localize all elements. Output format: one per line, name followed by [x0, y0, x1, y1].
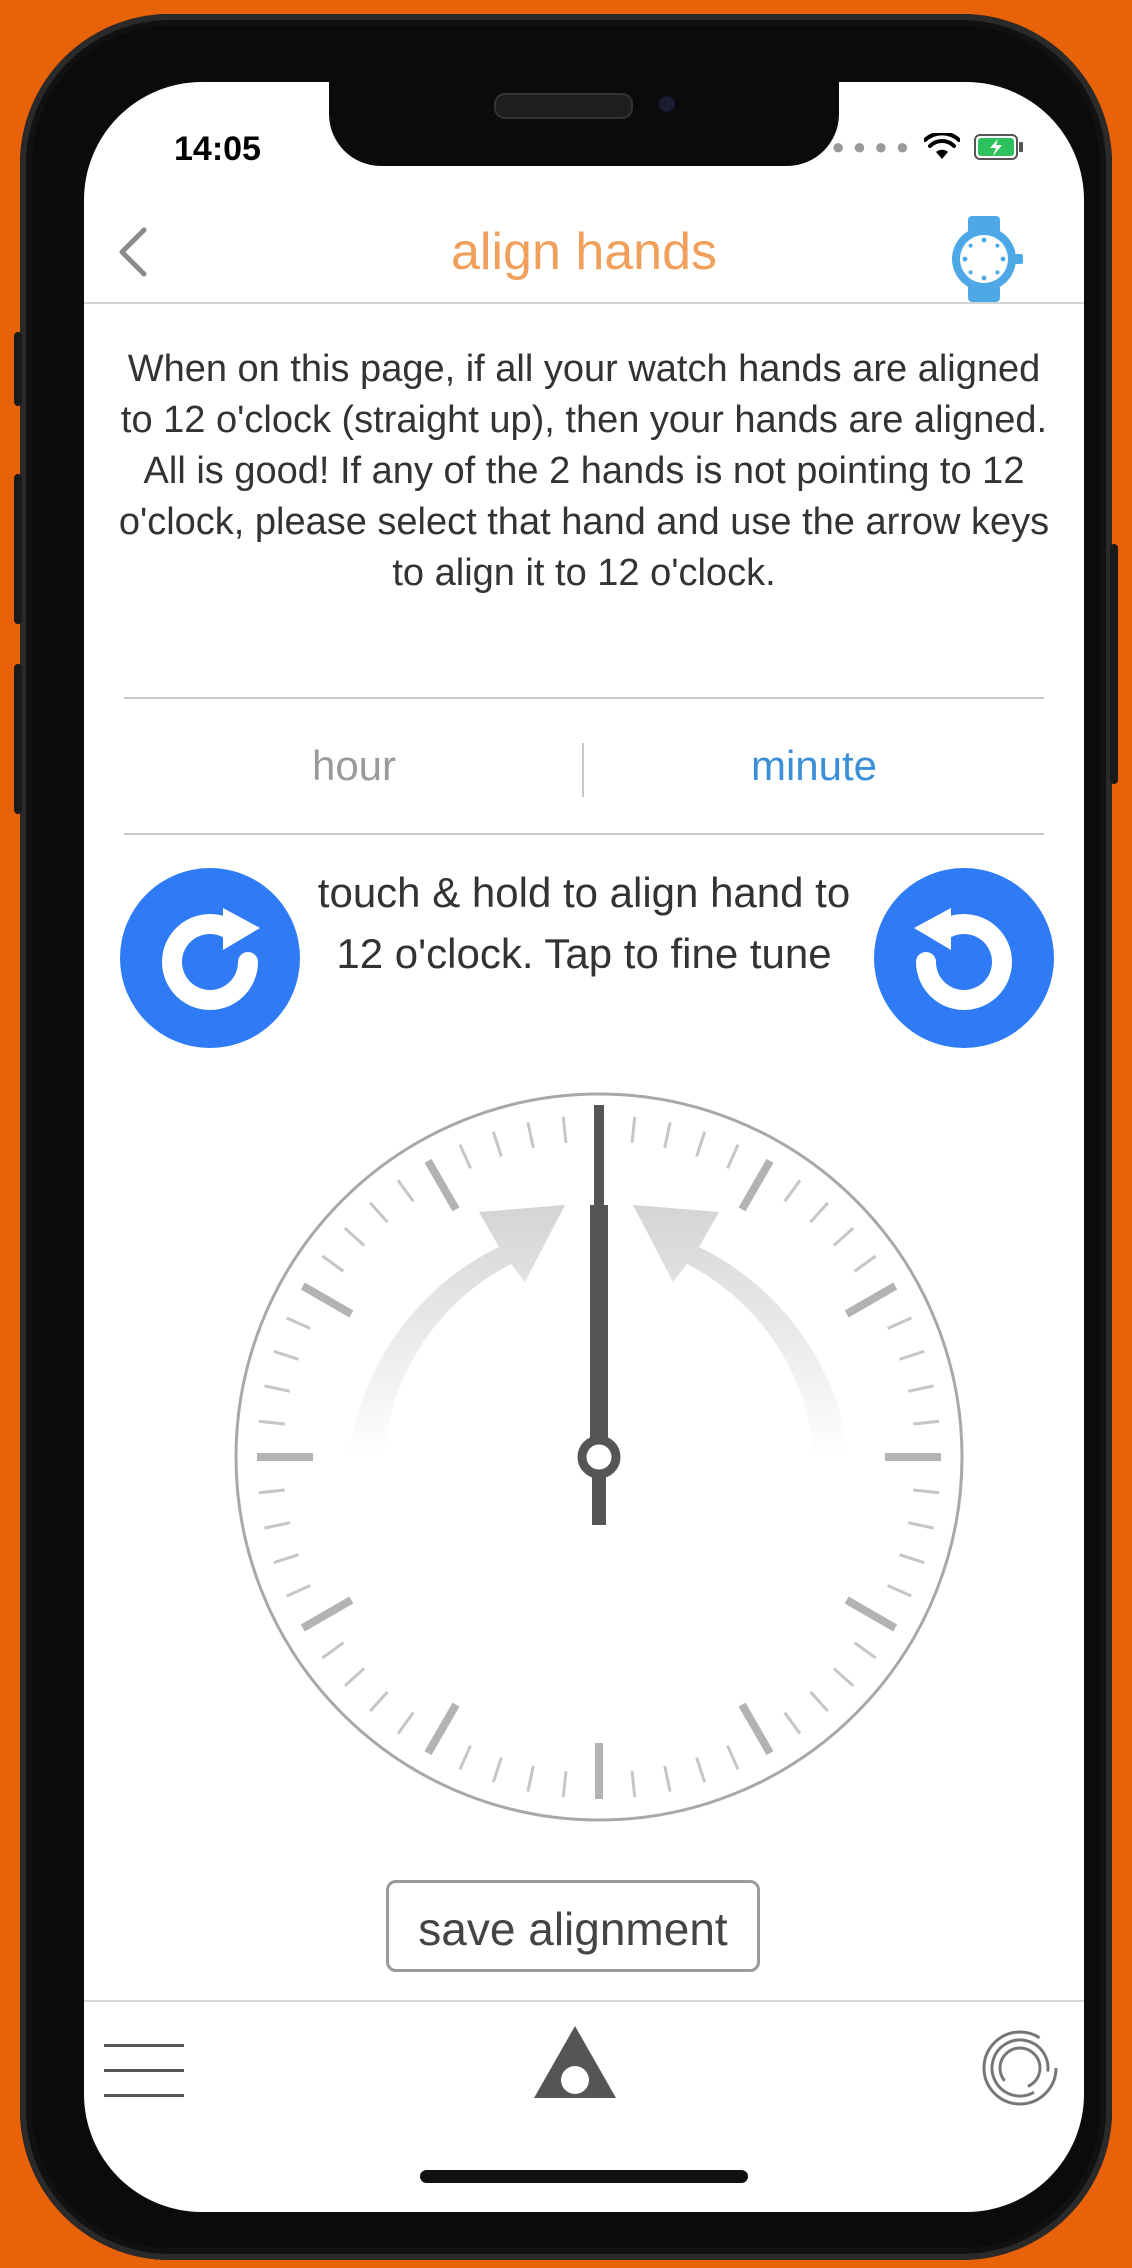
- segment-minute[interactable]: minute: [584, 699, 1044, 833]
- watch-dial[interactable]: [229, 1087, 969, 1827]
- instructions-text: When on this page, if all your watch han…: [118, 348, 1050, 594]
- nav-bar: align hands: [84, 202, 1084, 304]
- hamburger-menu-icon[interactable]: [104, 2036, 184, 2106]
- page-title: align hands: [451, 223, 717, 281]
- earpiece-speaker: [494, 93, 633, 119]
- phone-side-button: [14, 332, 22, 406]
- status-icons: ● ● ● ●: [832, 130, 1025, 164]
- rotate-clockwise-icon: [162, 908, 260, 1010]
- front-camera: [659, 96, 675, 112]
- phone-volume-down: [14, 664, 22, 814]
- signal-dots-icon: ● ● ● ●: [831, 134, 910, 159]
- battery-charging-icon: [974, 134, 1023, 160]
- hand-pivot: [577, 1435, 621, 1479]
- hand-upper: [594, 1105, 604, 1217]
- watch-icon[interactable]: [942, 214, 1026, 304]
- save-alignment-button[interactable]: save alignment: [386, 1880, 760, 1972]
- rotate-counterclockwise-button[interactable]: [874, 868, 1054, 1048]
- phone-power-button: [1110, 544, 1118, 784]
- triangle-logo-icon[interactable]: [530, 2022, 620, 2106]
- wifi-icon: [924, 133, 960, 159]
- phone-volume-up: [14, 474, 22, 624]
- segment-hour[interactable]: hour: [124, 699, 584, 833]
- sync-rings-icon[interactable]: [980, 2028, 1060, 2108]
- status-time: 14:05: [174, 130, 261, 168]
- home-indicator: [420, 2170, 748, 2183]
- hand-main: [590, 1205, 608, 1450]
- hint-text: touch & hold to align hand to 12 o'clock…: [317, 869, 851, 977]
- hand-selector: hour minute: [124, 697, 1044, 835]
- rotate-counterclockwise-icon: [914, 908, 1012, 1010]
- phone-frame: 14:05 ● ● ● ● align hands When on this p…: [14, 14, 1118, 2260]
- notch: [329, 82, 839, 166]
- app-screen: 14:05 ● ● ● ● align hands When on this p…: [84, 82, 1084, 2212]
- rotate-clockwise-button[interactable]: [120, 868, 300, 1048]
